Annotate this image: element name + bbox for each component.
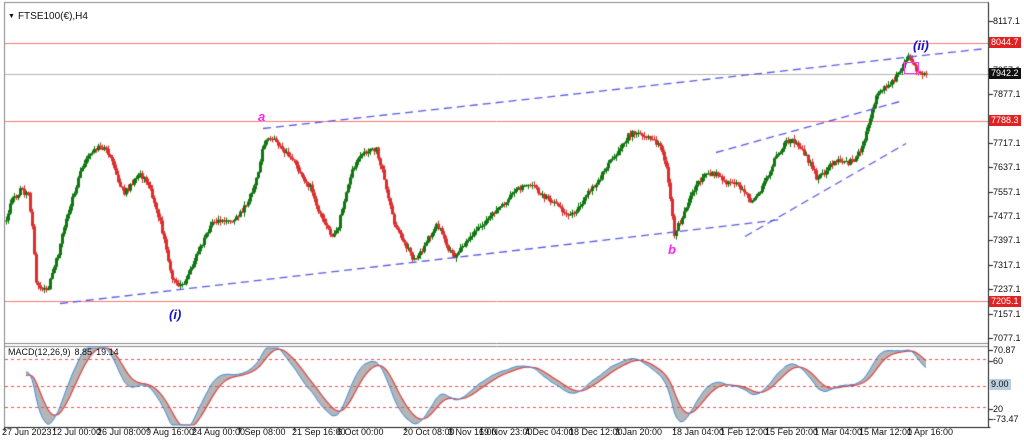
candlestick-chart-canvas[interactable] — [0, 0, 1024, 441]
time-axis-label: 9 Aug 16:00 — [146, 427, 194, 437]
macd-scale-label: 60 — [993, 356, 1003, 366]
time-axis-label: 26 Jul 08:00 — [97, 427, 146, 437]
price-axis-label: 7477.1 — [993, 211, 1021, 221]
macd-value-box: 9.00 — [989, 379, 1011, 390]
chart-shift-arrow-icon[interactable]: ▼ — [8, 13, 15, 20]
price-axis-label: 7557.1 — [993, 187, 1021, 197]
rectangle-annotation[interactable] — [904, 62, 919, 74]
hline-price-box: 8044.7 — [989, 37, 1021, 48]
time-axis-label: 1 Mar 04:00 — [814, 427, 862, 437]
time-axis[interactable]: 27 Jun 202312 Jul 00:0026 Jul 08:009 Aug… — [0, 426, 1024, 440]
price-axis-label: 7397.1 — [993, 235, 1021, 245]
macd-indicator-label: MACD(12,26,9) 8.8519.14 — [8, 347, 123, 357]
macd-main-value: 8.85 — [75, 347, 93, 357]
time-axis-label: 15 Mar 12:00 — [859, 427, 912, 437]
price-axis-label: 7637.1 — [993, 162, 1021, 172]
time-axis-label: 18 Jan 04:00 — [672, 427, 724, 437]
elliott-wave-label[interactable]: (ii) — [913, 38, 929, 53]
symbol-title: ▼FTSE100(€),H4 — [8, 11, 88, 22]
macd-name: MACD(12,26,9) — [8, 347, 71, 357]
price-axis-label: 7077.1 — [993, 333, 1021, 343]
hline-price-box: 7788.3 — [989, 115, 1021, 126]
time-axis-label: 1 Apr 16:00 — [907, 427, 953, 437]
time-axis-label: 4 Dec 04:00 — [525, 427, 574, 437]
macd-axis[interactable]: 70.8760 20-73.47 9.00 — [988, 343, 1024, 427]
elliott-wave-label[interactable]: a — [258, 109, 265, 124]
price-axis-label: 8117.1 — [993, 16, 1020, 26]
macd-scale-label: 70.87 — [993, 345, 1016, 355]
time-axis-label: 20 Oct 08:00 — [403, 427, 455, 437]
elliott-wave-label[interactable]: (i) — [169, 307, 181, 322]
price-axis-label: 7157.1 — [993, 309, 1021, 319]
time-axis-label: 15 Feb 20:00 — [765, 427, 818, 437]
time-axis-label: 6 Oct 00:00 — [337, 427, 384, 437]
time-axis-label: 1 Feb 12:00 — [720, 427, 768, 437]
price-axis-label: 7317.1 — [993, 260, 1021, 270]
symbol-title-text: FTSE100(€),H4 — [18, 11, 88, 22]
elliott-wave-label[interactable]: b — [668, 242, 676, 257]
price-axis-label: 7877.1 — [993, 89, 1021, 99]
hline-price-box: 7205.1 — [989, 296, 1021, 307]
time-axis-label: 7 Sep 08:00 — [237, 427, 286, 437]
macd-scale-label: -73.47 — [993, 414, 1019, 424]
time-axis-label: 12 Jul 00:00 — [52, 427, 101, 437]
mt4-chart-window: ▼FTSE100(€),H4 8117.17957.17877.17717.17… — [0, 0, 1024, 441]
current-price-box: 7942.2 — [989, 68, 1021, 79]
time-axis-label: 27 Jun 2023 — [2, 427, 52, 437]
price-axis-label: 7717.1 — [993, 138, 1021, 148]
macd-signal-value: 19.14 — [96, 347, 119, 357]
price-axis-label: 7237.1 — [993, 284, 1021, 294]
time-axis-label: 3 Jan 20:00 — [615, 427, 662, 437]
macd-scale-label: 20 — [993, 404, 1003, 414]
